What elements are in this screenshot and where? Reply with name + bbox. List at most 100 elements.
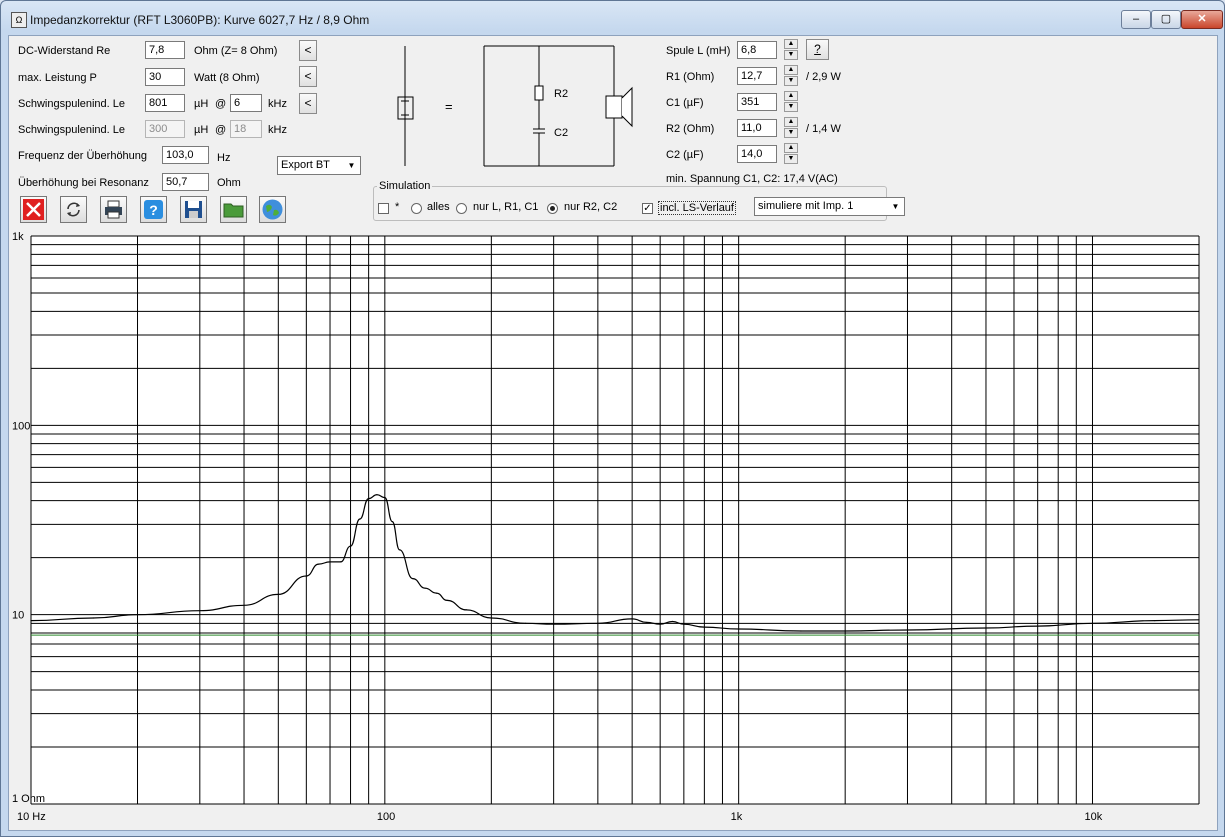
chevron-down-icon: ▼ xyxy=(347,161,356,170)
floppy-icon xyxy=(185,201,202,218)
p-label: max. Leistung P xyxy=(18,72,97,84)
c1-input[interactable] xyxy=(737,93,777,111)
r1-spinner[interactable]: ▲ ▼ xyxy=(784,65,798,87)
print-button[interactable] xyxy=(100,196,127,223)
radio-all[interactable] xyxy=(411,203,422,214)
close-window-button[interactable]: ✕ xyxy=(1181,10,1223,29)
up-arrow-icon[interactable]: ▲ xyxy=(784,117,798,127)
r2-input[interactable] xyxy=(737,119,777,137)
up-arrow-icon[interactable]: ▲ xyxy=(784,143,798,153)
data-point xyxy=(597,622,599,624)
up-arrow-icon[interactable]: ▲ xyxy=(784,91,798,101)
data-point xyxy=(553,623,555,625)
le1-input[interactable] xyxy=(145,94,185,112)
down-arrow-icon[interactable]: ▼ xyxy=(784,128,798,138)
printer-icon xyxy=(105,200,122,219)
help-question-button[interactable]: ? xyxy=(806,39,829,60)
title-bar[interactable]: Ω Impedanzkorrektur (RFT L3060PB): Kurve… xyxy=(1,1,1224,35)
data-point xyxy=(465,609,467,611)
res-input[interactable] xyxy=(162,173,209,191)
r1-input[interactable] xyxy=(737,67,777,85)
r1-power: / 2,9 W xyxy=(806,71,841,83)
le2-label: Schwingspulenind. Le xyxy=(18,124,126,136)
data-point xyxy=(359,518,361,520)
client-area: DC-Widerstand Re Ohm (Z= 8 Ohm) < max. L… xyxy=(8,35,1218,831)
data-point xyxy=(349,545,352,547)
l-input[interactable] xyxy=(737,41,777,59)
incl-ls-checkbox[interactable]: ✓ xyxy=(642,203,653,214)
le1-arrow-button[interactable]: < xyxy=(299,93,317,114)
c2-spinner[interactable]: ▲ ▼ xyxy=(784,143,798,165)
fr-input[interactable] xyxy=(162,146,209,164)
web-button[interactable] xyxy=(259,196,286,223)
data-point xyxy=(318,563,320,565)
re-input[interactable] xyxy=(145,41,185,59)
radio-lrc[interactable] xyxy=(456,203,467,214)
x-tick-label: 10 Hz xyxy=(17,811,46,823)
data-point xyxy=(305,575,307,577)
data-point xyxy=(391,521,393,523)
data-point xyxy=(136,614,139,616)
c1-label: C1 (µF) xyxy=(666,97,704,109)
impedance-chart: 10 Hz 100 1k 10k 1k 100 10 1 Ohm xyxy=(12,232,1200,823)
fr-label: Frequenz der Überhöhung xyxy=(18,150,148,162)
data-point xyxy=(199,610,201,612)
down-arrow-icon[interactable]: ▼ xyxy=(784,154,798,164)
refresh-button[interactable] xyxy=(60,196,87,223)
data-point xyxy=(844,630,846,632)
data-point xyxy=(1198,619,1200,621)
p-input[interactable] xyxy=(145,68,185,86)
incl-ls-label[interactable]: incl. LS-Verlauf xyxy=(658,201,736,215)
p-arrow-button[interactable]: < xyxy=(299,66,317,87)
up-arrow-icon[interactable]: ▲ xyxy=(784,65,798,75)
data-point xyxy=(340,561,342,563)
c2-input[interactable] xyxy=(737,145,777,163)
help-button[interactable]: ? xyxy=(140,196,167,223)
y-tick-label: 100 xyxy=(12,420,30,432)
delete-button[interactable] xyxy=(20,196,47,223)
simulation-mode-dropdown[interactable]: simuliere mit Imp. 1 ▼ xyxy=(754,197,905,216)
data-point xyxy=(92,617,94,619)
le1-label: Schwingspulenind. Le xyxy=(18,98,126,110)
radio-all-label[interactable]: alles xyxy=(427,201,450,213)
l-spinner[interactable]: ▲ ▼ xyxy=(784,39,798,61)
star-label: * xyxy=(395,201,400,213)
radio-r2c2-label[interactable]: nur R2, C2 xyxy=(564,201,617,213)
svg-text:?: ? xyxy=(149,202,158,218)
min-voltage: min. Spannung C1, C2: 17,4 V(AC) xyxy=(666,173,838,185)
simulation-mode-value: simuliere mit Imp. 1 xyxy=(758,200,854,212)
maximize-button[interactable]: ▢ xyxy=(1151,10,1181,29)
data-point xyxy=(424,587,426,589)
data-point xyxy=(412,578,414,580)
data-point xyxy=(683,623,685,625)
data-point xyxy=(906,629,909,631)
data-point xyxy=(329,561,331,563)
fr-unit: Hz xyxy=(217,152,231,164)
res-label: Überhöhung bei Resonanz xyxy=(18,177,149,189)
save-button[interactable] xyxy=(180,196,207,223)
data-point xyxy=(1037,625,1039,627)
l-label: Spule L (mH) xyxy=(666,45,731,57)
minimize-button[interactable]: – xyxy=(1121,10,1151,29)
r2-spinner[interactable]: ▲ ▼ xyxy=(784,117,798,139)
data-point xyxy=(435,592,438,594)
y-tick-label: 1k xyxy=(12,232,24,243)
down-arrow-icon[interactable]: ▼ xyxy=(784,76,798,86)
c1-spinner[interactable]: ▲ ▼ xyxy=(784,91,798,113)
simulation-legend: Simulation xyxy=(377,180,433,192)
open-button[interactable] xyxy=(220,196,247,223)
data-point xyxy=(1154,620,1156,622)
re-arrow-button[interactable]: < xyxy=(299,40,317,61)
le1-freq-input[interactable] xyxy=(230,94,262,112)
radio-lrc-label[interactable]: nur L, R1, C1 xyxy=(473,201,538,213)
x-tick-label: 10k xyxy=(1084,811,1102,823)
data-point xyxy=(703,626,705,628)
down-arrow-icon[interactable]: ▼ xyxy=(784,50,798,60)
le2-input xyxy=(145,120,185,138)
down-arrow-icon[interactable]: ▼ xyxy=(784,102,798,112)
radio-r2c2[interactable] xyxy=(547,203,558,214)
up-arrow-icon[interactable]: ▲ xyxy=(784,39,798,49)
p-unit: Watt (8 Ohm) xyxy=(194,72,260,84)
export-dropdown[interactable]: Export BT ▼ xyxy=(277,156,361,175)
star-checkbox[interactable] xyxy=(378,203,389,214)
